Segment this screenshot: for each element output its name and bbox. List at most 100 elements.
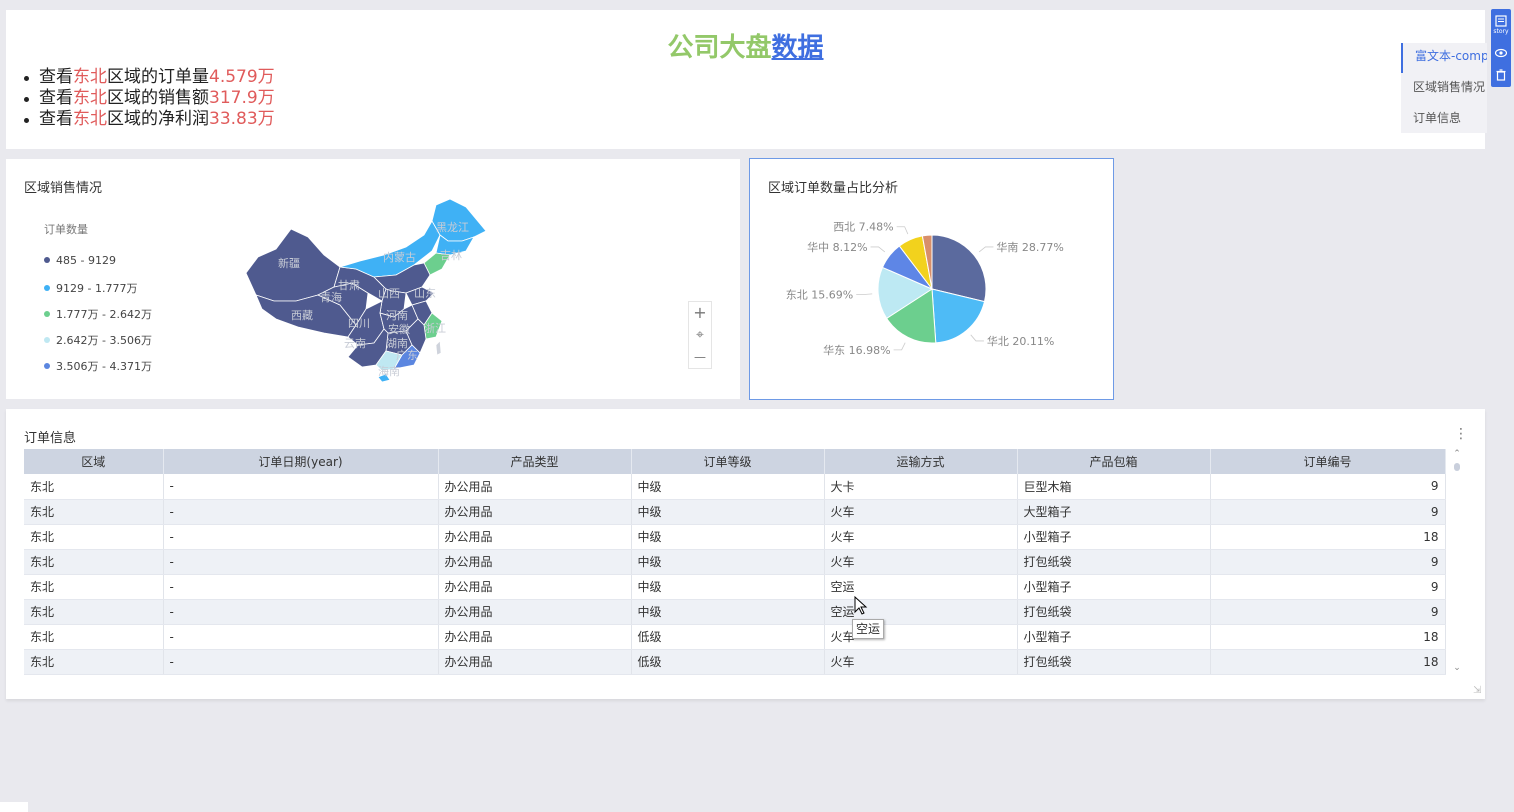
table-cell: - (163, 599, 439, 625)
summary-item: 查看东北区域的净利润33.83万 (22, 109, 275, 130)
zoom-out-icon[interactable]: — (689, 346, 711, 368)
column-header[interactable]: 订单等级 (631, 449, 825, 474)
map-label: 安徽 (388, 322, 410, 336)
eye-icon[interactable] (1491, 43, 1511, 63)
table-scrollbar[interactable]: ⌃ ⌄ (1451, 449, 1463, 679)
resize-handle-icon[interactable]: ⇲ (1473, 685, 1481, 696)
map-label: 四川 (348, 317, 370, 330)
table-row[interactable]: 东北 - 办公用品 中级 火车 小型箱子 18 (24, 524, 1446, 550)
column-header[interactable]: 产品包箱 (1017, 449, 1211, 474)
locate-icon[interactable]: ⌖ (689, 324, 711, 346)
map-label: 吉林 (440, 248, 462, 262)
map-zoom-control: + ⌖ — (688, 301, 712, 369)
pie-label: 华东 16.98% (823, 343, 890, 357)
corner-panel (0, 802, 28, 812)
legend-label: 485 - 9129 (56, 254, 116, 267)
table-cell: 中级 (631, 574, 825, 600)
summary-value: 317.9万 (209, 88, 275, 108)
column-header[interactable]: 区域 (24, 449, 164, 474)
order-table: 区域 订单日期(year) 产品类型 订单等级 运输方式 产品包箱 订单编号 东… (24, 449, 1446, 675)
cell-tooltip: 空运 (852, 619, 885, 639)
summary-item: 查看东北区域的销售额317.9万 (22, 88, 275, 109)
table-cell: 小型箱子 (1017, 574, 1211, 600)
summary-value: 4.579万 (209, 67, 275, 87)
more-options-icon[interactable]: ⋮ (1454, 425, 1468, 443)
map-label: 青海 (320, 290, 342, 304)
legend-item[interactable]: 3.506万 - 4.371万 (44, 358, 152, 374)
table-cell: 打包纸袋 (1017, 549, 1211, 575)
legend-label: 2.642万 - 3.506万 (56, 334, 152, 347)
table-row[interactable]: 东北 - 办公用品 中级 大卡 巨型木箱 9 (24, 474, 1446, 500)
table-cell: 中级 (631, 599, 825, 625)
table-cell: 东北 (24, 624, 164, 650)
table-cell: 办公用品 (438, 499, 632, 525)
table-cell: 办公用品 (438, 524, 632, 550)
trash-icon[interactable] (1491, 65, 1511, 85)
story-label: story (1493, 28, 1509, 35)
legend-title: 订单数量 (44, 223, 88, 236)
column-header[interactable]: 产品类型 (438, 449, 632, 474)
table-cell: 9 (1210, 574, 1446, 600)
column-header[interactable]: 运输方式 (824, 449, 1018, 474)
pie-chart[interactable]: 华南 28.77% 华北 20.11% 华东 16.98% 东北 15.69% 华中 8… (750, 159, 1113, 399)
region-sales-card: 区域销售情况 订单数量 485 - 9129 9129 - 1.777万 1.7… (6, 159, 740, 399)
table-cell: - (163, 624, 439, 650)
summary-text: 区域的订单量 (107, 67, 209, 87)
table-row[interactable]: 东北 - 办公用品 中级 火车 打包纸袋 9 (24, 549, 1446, 575)
legend-dot (44, 337, 50, 343)
pie-label: 华南 28.77% (996, 240, 1063, 254)
legend-item[interactable]: 485 - 9129 (44, 254, 116, 267)
table-cell: 18 (1210, 624, 1446, 650)
table-cell: 中级 (631, 549, 825, 575)
map-label: 河南 (386, 309, 408, 322)
table-cell: 东北 (24, 599, 164, 625)
table-row[interactable]: 东北 - 办公用品 低级 火车 打包纸袋 18 (24, 649, 1446, 675)
china-map[interactable]: 黑龙江 内蒙古 吉林 新疆 甘肃 青海 山西 山东 西藏 四川 浙江 湖南 云南… (236, 197, 496, 382)
legend-item[interactable]: 2.642万 - 3.506万 (44, 332, 152, 348)
table-cell: 18 (1210, 524, 1446, 550)
table-cell: 9 (1210, 549, 1446, 575)
rich-text-card: 公司大盘数据 查看东北区域的订单量4.579万 查看东北区域的销售额317.9万… (6, 10, 1485, 149)
map-label: 新疆 (278, 256, 300, 270)
legend-item[interactable]: 9129 - 1.777万 (44, 280, 137, 296)
table-cell: 9 (1210, 499, 1446, 525)
scroll-down-icon[interactable]: ⌄ (1451, 663, 1463, 673)
table-row[interactable]: 东北 - 办公用品 中级 空运 小型箱子 9 (24, 574, 1446, 600)
table-cell: 18 (1210, 649, 1446, 675)
region-highlight: 东北 (73, 109, 107, 129)
nav-item-rich-text[interactable]: 富文本-comp (1401, 43, 1487, 73)
table-row[interactable]: 东北 - 办公用品 中级 空运 打包纸袋 9 (24, 599, 1446, 625)
table-cell: 火车 (824, 524, 1018, 550)
pie-label: 东北 15.69% (786, 289, 853, 302)
table-cell: 火车 (824, 549, 1018, 575)
province-taiwan[interactable] (435, 340, 442, 356)
legend-dot (44, 363, 50, 369)
table-cell: - (163, 474, 439, 500)
table-cell: 空运 (824, 574, 1018, 600)
table-cell: 办公用品 (438, 574, 632, 600)
order-share-card: 区域订单数量占比分析 华南 28.77% 华北 20.11% 华东 16.98% 东北… (749, 158, 1114, 400)
nav-item-order-info[interactable]: 订单信息 (1401, 105, 1487, 135)
table-cell: - (163, 549, 439, 575)
scroll-thumb[interactable] (1454, 463, 1460, 471)
scroll-up-icon[interactable]: ⌃ (1451, 449, 1463, 459)
summary-text: 区域的净利润 (107, 109, 209, 129)
table-row[interactable]: 东北 - 办公用品 低级 火车 小型箱子 18 (24, 624, 1446, 650)
table-cell: 打包纸袋 (1017, 649, 1211, 675)
region-highlight: 东北 (73, 67, 107, 87)
column-header[interactable]: 订单日期(year) (163, 449, 439, 474)
map-card-title: 区域销售情况 (24, 181, 103, 196)
story-toolbar: story (1491, 9, 1511, 87)
table-cell: 中级 (631, 499, 825, 525)
legend-dot (44, 311, 50, 317)
table-row[interactable]: 东北 - 办公用品 中级 火车 大型箱子 9 (24, 499, 1446, 525)
title-part-link[interactable]: 数据 (772, 33, 824, 63)
table-cell: 火车 (824, 499, 1018, 525)
table-header-row: 区域 订单日期(year) 产品类型 订单等级 运输方式 产品包箱 订单编号 (24, 449, 1446, 474)
column-header[interactable]: 订单编号 (1210, 449, 1446, 474)
legend-item[interactable]: 1.777万 - 2.642万 (44, 306, 152, 322)
legend-dot (44, 285, 50, 291)
nav-item-region-sales[interactable]: 区域销售情况 (1401, 74, 1487, 104)
zoom-in-icon[interactable]: + (689, 302, 711, 324)
pie-label: 华中 8.12% (807, 240, 867, 254)
